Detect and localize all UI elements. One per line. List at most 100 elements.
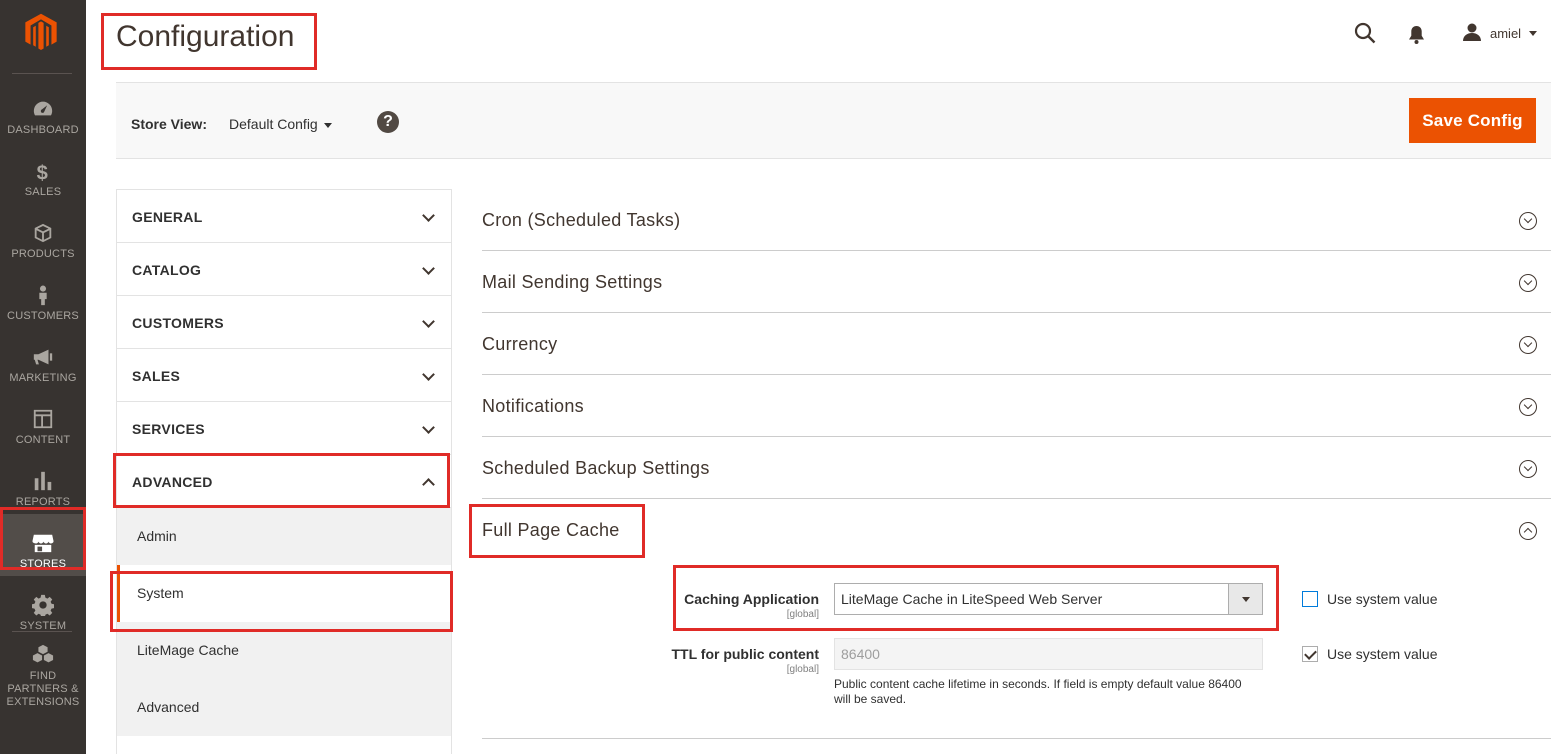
field-label: Caching Application	[684, 591, 819, 607]
help-icon[interactable]: ?	[377, 111, 399, 133]
tab-general[interactable]: GENERAL	[117, 190, 451, 243]
nav-label: REPORTS	[15, 496, 71, 508]
nav-item-customers[interactable]: CUSTOMERS	[0, 266, 86, 328]
tab-sales[interactable]: SALES	[117, 349, 451, 402]
store-view-switcher[interactable]: Default Config	[229, 116, 332, 132]
nav-item-marketing[interactable]: MARKETING	[0, 328, 86, 390]
magento-logo-icon[interactable]	[23, 12, 63, 52]
select-value: LiteMage Cache in LiteSpeed Web Server	[841, 591, 1103, 607]
cubes-icon	[0, 644, 86, 668]
tab-label: CUSTOMERS	[132, 315, 224, 331]
tab-catalog[interactable]: CATALOG	[117, 243, 451, 296]
nav-item-sales[interactable]: $ SALES	[0, 142, 86, 204]
section-title: Mail Sending Settings	[482, 272, 663, 292]
save-config-button[interactable]: Save Config	[1409, 98, 1536, 143]
field-scope: [global]	[786, 609, 819, 620]
storefront-icon	[0, 532, 86, 556]
chevron-down-icon	[1529, 31, 1538, 36]
nav-divider	[12, 631, 72, 632]
field-note: Public content cache lifetime in seconds…	[834, 677, 1274, 707]
ttl-input[interactable]: 86400	[834, 638, 1263, 670]
sub-item-litemage-cache[interactable]: LiteMage Cache	[117, 622, 451, 679]
dollar-icon: $	[0, 160, 86, 184]
sub-item-label: System	[137, 585, 184, 601]
nav-label: MARKETING	[9, 372, 77, 384]
nav-item-stores[interactable]: STORES	[0, 514, 86, 576]
chevron-circle-down-icon	[1519, 460, 1537, 478]
tab-advanced[interactable]: ADVANCED	[117, 455, 451, 508]
chevron-down-icon	[1228, 584, 1262, 614]
bar-chart-icon	[0, 470, 86, 494]
tab-label: ADVANCED	[132, 474, 213, 490]
sub-item-label: Advanced	[137, 699, 200, 715]
chevron-circle-down-icon	[1519, 274, 1537, 292]
ttl-use-system-value[interactable]: Use system value	[1302, 646, 1437, 662]
checkbox-label: Use system value	[1327, 646, 1438, 662]
sub-item-label: LiteMage Cache	[137, 642, 239, 658]
nav-divider	[12, 73, 72, 74]
section-scheduled-backup[interactable]: Scheduled Backup Settings	[482, 437, 1551, 499]
admin-sidebar: DASHBOARD $ SALES PRODUCTS CUSTOMERS MAR…	[0, 0, 86, 754]
chevron-down-icon	[323, 122, 332, 128]
section-mail-sending[interactable]: Mail Sending Settings	[482, 251, 1551, 313]
svg-text:$: $	[37, 162, 48, 182]
field-scope: [global]	[786, 664, 819, 675]
tab-label: SERVICES	[132, 421, 205, 437]
sub-item-advanced[interactable]: Advanced	[117, 679, 451, 736]
section-currency[interactable]: Currency	[482, 313, 1551, 375]
user-name: amiel	[1490, 26, 1522, 41]
chevron-down-icon	[422, 368, 435, 381]
checkbox-label: Use system value	[1327, 591, 1438, 607]
chevron-circle-down-icon	[1519, 212, 1537, 230]
section-title: Notifications	[482, 396, 584, 416]
dashboard-icon	[0, 98, 86, 122]
nav-item-find-partners[interactable]: FIND PARTNERS & EXTENSIONS	[0, 638, 86, 708]
caching-use-system-value[interactable]: Use system value	[1302, 591, 1437, 607]
tab-label: SALES	[132, 368, 181, 384]
nav-item-dashboard[interactable]: DASHBOARD	[0, 80, 86, 142]
chevron-circle-down-icon	[1519, 398, 1537, 416]
section-title: Scheduled Backup Settings	[482, 458, 710, 478]
chevron-down-icon	[422, 262, 435, 275]
section-full-page-cache[interactable]: Full Page Cache	[482, 499, 1551, 561]
nav-item-products[interactable]: PRODUCTS	[0, 204, 86, 266]
section-cron[interactable]: Cron (Scheduled Tasks)	[482, 189, 1551, 251]
advanced-submenu: Admin System LiteMage Cache Advanced	[117, 508, 451, 736]
store-view-label: Store View:	[131, 116, 207, 132]
note-line: will be saved.	[834, 692, 907, 706]
nav-item-reports[interactable]: REPORTS	[0, 452, 86, 514]
chevron-up-icon	[422, 478, 435, 491]
layout-icon	[0, 408, 86, 432]
nav-label: STORES	[19, 558, 67, 570]
nav-label: PRODUCTS	[11, 248, 75, 260]
sub-item-admin[interactable]: Admin	[117, 508, 451, 565]
section-title: Full Page Cache	[482, 520, 620, 540]
chevron-circle-up-icon	[1519, 522, 1537, 540]
nav-item-content[interactable]: CONTENT	[0, 390, 86, 452]
user-menu[interactable]: amiel	[1462, 22, 1538, 45]
sub-item-system[interactable]: System	[117, 565, 451, 622]
input-value: 86400	[841, 646, 880, 662]
chevron-down-icon	[422, 421, 435, 434]
use-system-value-checkbox[interactable]	[1302, 591, 1318, 607]
tab-label: CATALOG	[132, 262, 202, 278]
section-title: Cron (Scheduled Tasks)	[482, 210, 681, 230]
chevron-down-icon	[422, 209, 435, 222]
nav-label: CONTENT	[15, 434, 71, 446]
config-sections: Cron (Scheduled Tasks) Mail Sending Sett…	[482, 189, 1551, 739]
config-tabs: GENERAL CATALOG CUSTOMERS SALES SERVICES…	[116, 189, 452, 754]
box-icon	[0, 222, 86, 246]
tab-customers[interactable]: CUSTOMERS	[117, 296, 451, 349]
sub-item-label: Admin	[137, 528, 177, 544]
bell-icon[interactable]	[1408, 25, 1425, 50]
caching-application-select[interactable]: LiteMage Cache in LiteSpeed Web Server	[834, 583, 1263, 615]
tab-services[interactable]: SERVICES	[117, 402, 451, 455]
use-system-value-checkbox[interactable]	[1302, 646, 1318, 662]
search-icon[interactable]	[1354, 22, 1376, 49]
nav-label: DASHBOARD	[7, 124, 79, 136]
section-notifications[interactable]: Notifications	[482, 375, 1551, 437]
nav-label: FIND PARTNERS & EXTENSIONS	[6, 670, 80, 708]
user-icon	[1462, 22, 1482, 45]
nav-item-system[interactable]: SYSTEM	[0, 576, 86, 638]
tab-label: GENERAL	[132, 209, 203, 225]
